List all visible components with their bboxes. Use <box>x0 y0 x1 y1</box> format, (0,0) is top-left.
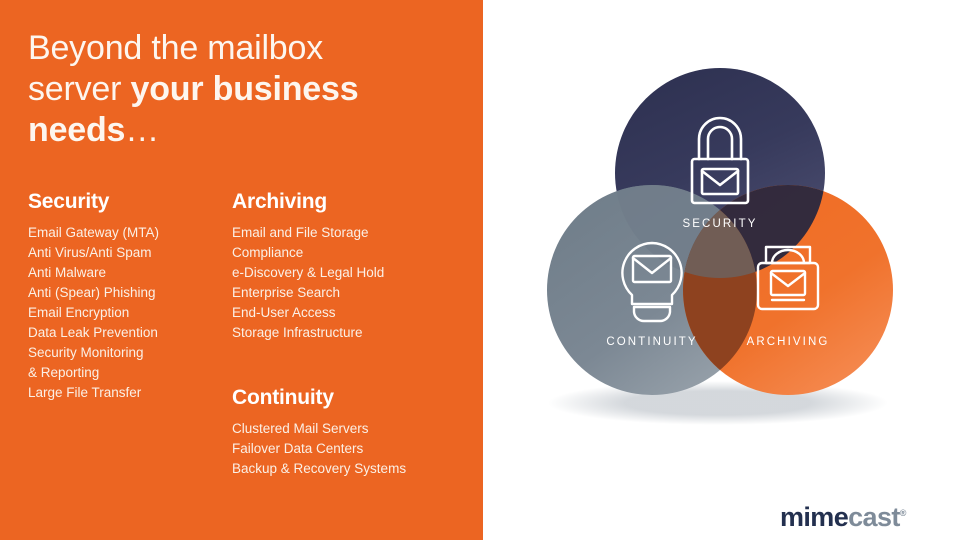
list-item: Backup & Recovery Systems <box>232 461 407 476</box>
list-item: Anti Malware <box>28 265 107 280</box>
list-item: Email Gateway (MTA) <box>28 225 160 240</box>
list-item: Email Encryption <box>28 305 130 320</box>
list-item: End-User Access <box>232 305 336 320</box>
page-title: Beyond the mailbox server your business … <box>28 28 473 151</box>
diagram-shadow <box>548 381 888 425</box>
title-line-2: server your business <box>28 69 473 110</box>
title-line-3: needs… <box>28 110 473 151</box>
continuity-feature-list: Clustered Mail Servers Failover Data Cen… <box>232 419 482 479</box>
security-column: Security Email Gateway (MTA) Anti Virus/… <box>28 190 228 403</box>
list-item: Large File Transfer <box>28 385 142 400</box>
list-item: Failover Data Centers <box>232 441 364 456</box>
archiving-circle-label: ARCHIVING <box>747 336 830 348</box>
title-line-2-plain: server <box>28 70 131 108</box>
list-item: Security Monitoring & Reporting <box>28 345 144 380</box>
security-feature-list: Email Gateway (MTA) Anti Virus/Anti Spam… <box>28 223 228 403</box>
archiving-feature-list: Email and File Storage Compliance e-Disc… <box>232 223 482 343</box>
title-line-1: Beyond the mailbox <box>28 28 473 69</box>
list-item: e-Discovery & Legal Hold <box>232 265 385 280</box>
title-ellipsis: … <box>125 111 161 149</box>
list-item: Storage Infrastructure <box>232 325 363 340</box>
continuity-heading: Continuity <box>232 386 334 409</box>
archiving-heading: Archiving <box>232 190 328 213</box>
list-item: Anti (Spear) Phishing <box>28 285 156 300</box>
logo-cast-text: cast <box>848 502 900 532</box>
security-heading: Security <box>28 190 110 213</box>
list-item: Email and File Storage <box>232 225 369 240</box>
list-item: Compliance <box>232 245 304 260</box>
continuity-column: Continuity Clustered Mail Servers Failov… <box>232 386 482 479</box>
mimecast-logo: mimecast® <box>780 500 906 531</box>
title-line-1-text: Beyond the mailbox <box>28 29 324 67</box>
list-item: Clustered Mail Servers <box>232 421 369 436</box>
venn-diagram: SECURITY CONTINUITY ARCHIVING <box>500 55 940 455</box>
list-item: Anti Virus/Anti Spam <box>28 245 152 260</box>
title-line-2-bold: your business <box>130 70 359 108</box>
list-item: Data Leak Prevention <box>28 325 158 340</box>
list-item: Enterprise Search <box>232 285 341 300</box>
registered-trademark-icon: ® <box>899 508 907 518</box>
slide-canvas: Beyond the mailbox server your business … <box>0 0 960 540</box>
logo-mime-text: mime <box>780 502 849 532</box>
archiving-column: Archiving Email and File Storage Complia… <box>232 190 482 343</box>
title-line-3-bold: needs <box>28 111 126 149</box>
security-circle-label: SECURITY <box>683 218 758 230</box>
continuity-circle-label: CONTINUITY <box>606 336 697 348</box>
